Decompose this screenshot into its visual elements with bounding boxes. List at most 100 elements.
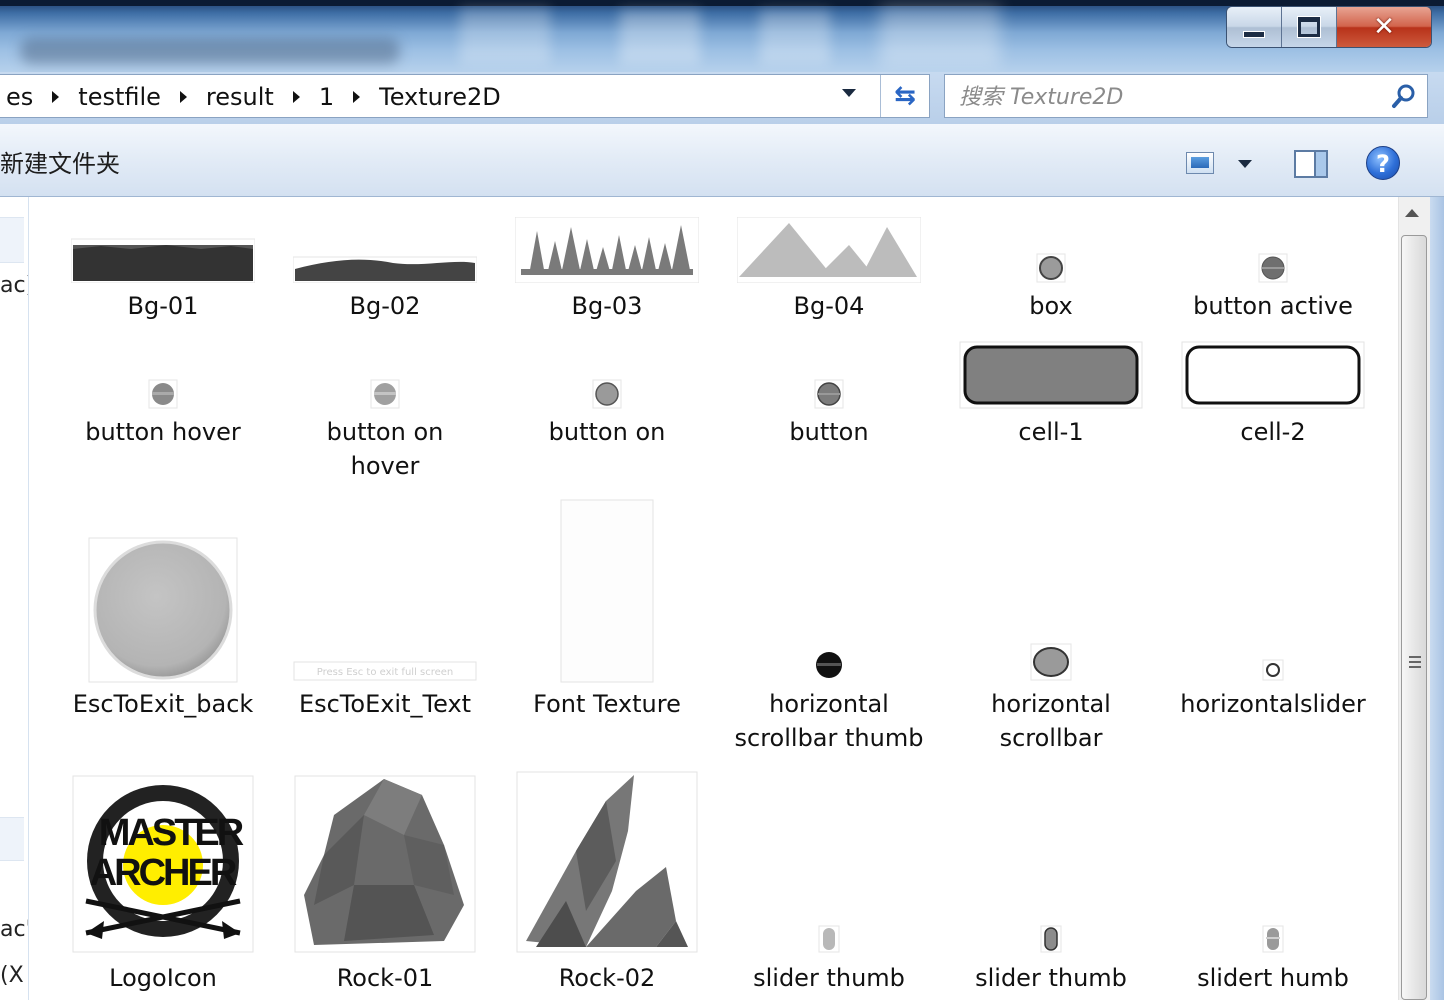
file-item[interactable]: Bg-03 [496, 197, 718, 337]
file-thumbnail [274, 237, 496, 283]
nav-item-selected[interactable] [0, 217, 24, 263]
file-item[interactable]: Rock-01 [274, 769, 496, 1000]
thumbnail-text: Press Esc to exit full screen [317, 667, 454, 678]
blurred-title-text [20, 38, 400, 64]
file-name: Bg-03 [571, 292, 643, 320]
address-bar[interactable]: es testfile result 1 Texture2D ⇆ [0, 74, 930, 118]
window-controls: ✕ [1226, 6, 1432, 48]
file-name: horizontalslider [1180, 690, 1366, 718]
minimize-button[interactable] [1227, 7, 1282, 47]
file-item[interactable]: box [940, 197, 1162, 337]
file-item[interactable]: Font Texture [496, 493, 718, 763]
svg-text:ARCHER: ARCHER [90, 852, 237, 894]
grip-icon [1409, 656, 1421, 668]
file-thumbnail [940, 643, 1162, 681]
breadcrumb-item[interactable]: testfile [72, 83, 167, 111]
file-thumbnail [1162, 341, 1384, 409]
file-thumbnail [496, 771, 718, 953]
navigation-pane: ac) ac' (X [0, 197, 29, 1000]
file-name: slider thumb [753, 964, 905, 992]
file-thumbnail [1162, 253, 1384, 283]
file-item[interactable]: horizontal scrollbar [940, 493, 1162, 763]
file-item[interactable]: Bg-04 [718, 197, 940, 337]
file-item[interactable]: button on hover [274, 337, 496, 487]
file-name: slidert humb [1197, 964, 1349, 992]
file-item[interactable]: MASTER ARCHER LogoIcon [52, 769, 274, 1000]
window-frame-edge [1430, 197, 1444, 1000]
aero-glass-highlight [880, 6, 1000, 66]
file-name: Bg-02 [349, 292, 421, 320]
nav-item-label[interactable]: ac' [0, 917, 28, 942]
divider [880, 75, 881, 117]
file-name: slider thumb [975, 964, 1127, 992]
file-item[interactable]: button [718, 337, 940, 487]
nav-item-label[interactable]: ac) [0, 273, 28, 298]
file-name: EscToExit_Text [298, 690, 472, 718]
file-item[interactable]: slider thumb [718, 769, 940, 1000]
scroll-up-icon[interactable] [1405, 209, 1419, 217]
aero-glass-highlight [460, 8, 550, 64]
scrollbar-thumb[interactable] [1401, 235, 1427, 1000]
file-name-line: button on [326, 418, 444, 446]
file-thumbnail [940, 341, 1162, 409]
search-icon[interactable] [1391, 83, 1417, 109]
nav-item-label[interactable]: (X [0, 963, 24, 988]
file-item[interactable]: slidert humb [1162, 769, 1384, 1000]
command-bar: 新建文件夹 ? [0, 124, 1444, 197]
file-name: Bg-04 [793, 292, 865, 320]
file-item[interactable]: Bg-01 [52, 197, 274, 337]
help-icon[interactable]: ? [1366, 146, 1400, 180]
maximize-button[interactable] [1282, 7, 1337, 47]
refresh-icon[interactable]: ⇆ [888, 81, 922, 111]
chevron-down-icon[interactable] [1238, 160, 1252, 168]
file-thumbnail [52, 379, 274, 409]
file-thumbnail [718, 379, 940, 409]
breadcrumb-item[interactable]: result [200, 83, 280, 111]
chevron-right-icon[interactable] [353, 91, 361, 103]
file-item[interactable]: cell-2 [1162, 337, 1384, 487]
address-row: es testfile result 1 Texture2D ⇆ [0, 72, 1444, 124]
breadcrumb-item[interactable]: 1 [313, 83, 340, 111]
file-item[interactable]: button hover [52, 337, 274, 487]
file-item[interactable]: button on [496, 337, 718, 487]
breadcrumb-item[interactable]: es [0, 83, 39, 111]
file-thumbnail [718, 649, 940, 681]
aero-glass-highlight [620, 10, 700, 64]
file-thumbnail [1162, 659, 1384, 681]
file-item[interactable]: Press Esc to exit full screen EscToExit_… [274, 493, 496, 763]
chevron-right-icon[interactable] [179, 91, 187, 103]
svg-text:MASTER: MASTER [99, 812, 244, 854]
new-folder-button[interactable]: 新建文件夹 [0, 144, 120, 179]
title-bar[interactable]: ✕ [0, 0, 1444, 72]
file-item[interactable]: cell-1 [940, 337, 1162, 487]
file-item[interactable]: Rock-02 [496, 769, 718, 1000]
file-item[interactable]: Bg-02 [274, 197, 496, 337]
file-name-line: horizontal [991, 690, 1111, 718]
file-item[interactable]: horizontal scrollbar thumb [718, 493, 940, 763]
file-item[interactable]: button active [1162, 197, 1384, 337]
chevron-right-icon[interactable] [292, 91, 300, 103]
aero-glass-highlight [760, 10, 830, 64]
file-item[interactable]: EscToExit_back [52, 493, 274, 763]
chevron-right-icon[interactable] [52, 91, 60, 103]
minimize-icon [1243, 30, 1265, 38]
preview-pane-icon[interactable] [1294, 150, 1328, 178]
window-top-edge [0, 0, 1444, 6]
search-input[interactable] [957, 81, 1381, 113]
chevron-down-icon[interactable] [842, 89, 856, 97]
file-thumbnail [718, 925, 940, 953]
file-name: Font Texture [533, 690, 681, 718]
breadcrumb-item-current[interactable]: Texture2D [373, 83, 507, 111]
vertical-scrollbar[interactable] [1398, 197, 1431, 1000]
nav-item-selected[interactable] [0, 817, 24, 861]
file-name: LogoIcon [109, 964, 217, 992]
file-item[interactable]: slider thumb [940, 769, 1162, 1000]
change-view-icon[interactable] [1186, 152, 1214, 174]
file-thumbnail [496, 379, 718, 409]
file-list: Bg-01 Bg-02 Bg-03 Bg-04 box button activ… [30, 197, 1398, 1000]
close-icon: ✕ [1373, 12, 1395, 42]
close-button[interactable]: ✕ [1337, 7, 1431, 47]
logo: MASTER ARCHER [72, 775, 254, 953]
file-item[interactable]: horizontalslider [1162, 493, 1384, 763]
file-thumbnail [1162, 925, 1384, 953]
